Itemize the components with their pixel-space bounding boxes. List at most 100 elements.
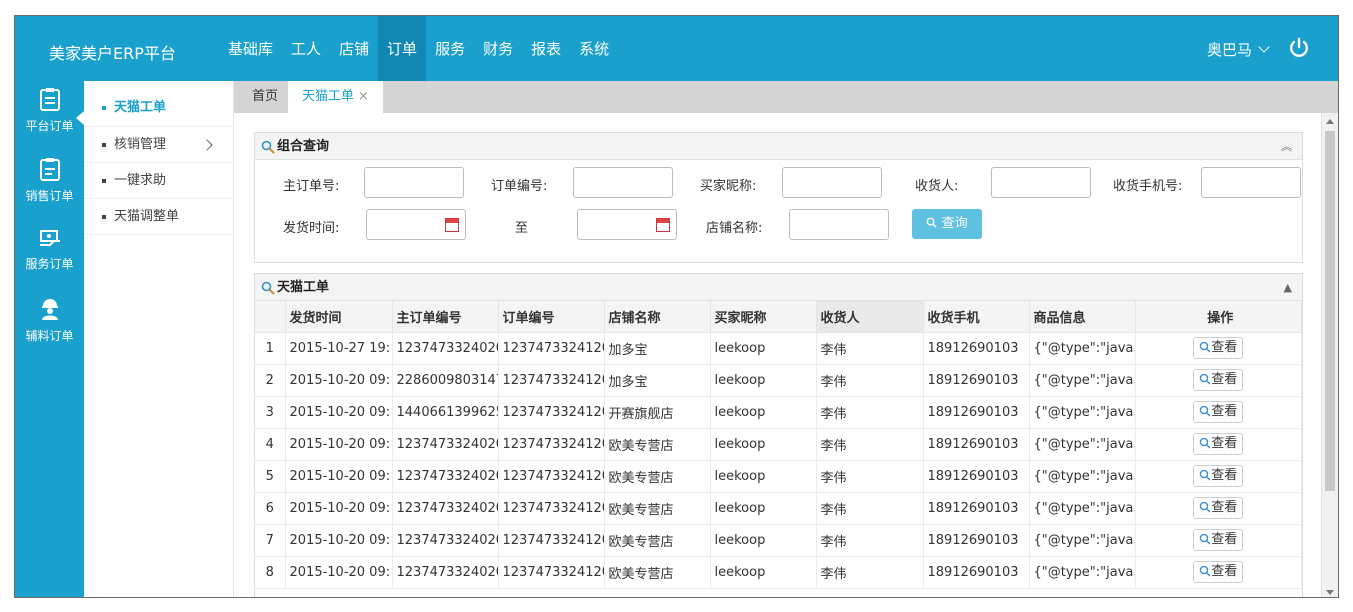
nav-item-workers[interactable]: 工人 <box>282 16 330 81</box>
label-receiver-phone: 收货手机号: <box>1113 179 1183 194</box>
row-number: 1 <box>255 332 286 365</box>
ship-time-start-input[interactable] <box>366 209 466 240</box>
collapse-triangle-icon[interactable]: ▲ <box>1284 274 1292 301</box>
table-cell: {"@type":"java. <box>1029 332 1136 365</box>
table-cell: 1440661399625 <box>392 396 499 429</box>
search-icon <box>1199 437 1211 448</box>
column-header[interactable]: 订单编号 <box>498 301 605 333</box>
view-button[interactable]: 查看 <box>1193 401 1244 423</box>
query-button[interactable]: 查询 <box>912 209 982 239</box>
view-button[interactable]: 查看 <box>1193 433 1244 455</box>
service-icon <box>39 230 60 246</box>
store-name-input[interactable] <box>789 209 889 240</box>
view-button[interactable]: 查看 <box>1193 529 1244 551</box>
scroll-up-arrow-icon[interactable] <box>1326 119 1334 124</box>
view-button[interactable]: 查看 <box>1193 369 1244 391</box>
table-cell: 18912690103 <box>923 332 1030 365</box>
calendar-icon[interactable] <box>656 218 670 232</box>
nav-item-system[interactable]: 系统 <box>570 16 618 81</box>
table-row[interactable]: 4 2015-10-20 09: 1237473324020 123747332412… <box>255 428 1302 461</box>
query-panel-header: 组合查询 ︽ <box>255 133 1302 160</box>
tab-home[interactable]: 首页 <box>238 81 293 113</box>
submenu-label: 天猫工单 <box>114 100 167 115</box>
side-item-sales-orders[interactable]: 销售订单 <box>15 157 84 204</box>
main-order-no-input[interactable] <box>364 167 464 198</box>
table-row[interactable]: 7 2015-10-20 09: 1237473324020 123747332412… <box>255 524 1302 557</box>
nav-item-stores[interactable]: 店铺 <box>330 16 378 81</box>
view-button[interactable]: 查看 <box>1193 561 1244 583</box>
ship-time-end-input[interactable] <box>577 209 677 240</box>
receiver-input[interactable] <box>991 167 1091 198</box>
table-cell: 李伟 <box>816 364 924 397</box>
scrollbar-thumb[interactable] <box>1325 131 1335 491</box>
content-scrollbar[interactable] <box>1321 113 1338 597</box>
row-number: 5 <box>255 460 286 493</box>
view-button-label: 查看 <box>1211 340 1238 355</box>
icon-sidebar: 平台订单 销售订单 服务订单 辅料订单 <box>15 81 84 597</box>
view-button-label: 查看 <box>1211 436 1238 451</box>
column-header[interactable]: 操作 <box>1135 301 1302 333</box>
column-header[interactable]: 店铺名称 <box>604 301 711 333</box>
receiver-phone-input[interactable] <box>1201 167 1301 198</box>
table-cell: 李伟 <box>816 492 924 525</box>
submenu-item-writeoff[interactable]: 核销管理 <box>84 127 233 163</box>
query-panel: 组合查询 ︽ 主订单号: 订单编号: 买家昵称: 收货人: 收货手机号: 发货时… <box>254 132 1303 263</box>
search-icon <box>261 281 275 295</box>
submenu-item-tmall-tickets[interactable]: 天猫工单 <box>84 81 233 127</box>
collapse-up-icon[interactable]: ︽ <box>1281 133 1292 160</box>
table-cell: 1237473324120 <box>498 396 605 429</box>
nav-item-orders[interactable]: 订单 <box>378 16 427 81</box>
table-cell: 1237473324020 <box>392 428 499 461</box>
scroll-down-arrow-icon[interactable] <box>1326 590 1334 595</box>
table-row[interactable]: 5 2015-10-20 09: 1237473324020 123747332412… <box>255 460 1302 493</box>
table-cell-actions: 查看 <box>1135 332 1302 365</box>
table-cell-actions: 查看 <box>1135 460 1302 493</box>
column-header[interactable]: 商品信息 <box>1029 301 1136 333</box>
bullet-icon <box>102 178 106 183</box>
table-row[interactable]: 6 2015-10-20 09: 1237473324020 123747332412… <box>255 492 1302 525</box>
buyer-nick-input[interactable] <box>782 167 882 198</box>
table-cell: leekoop <box>710 428 817 461</box>
table-cell: 18912690103 <box>923 428 1030 461</box>
row-number: 4 <box>255 428 286 461</box>
calendar-icon[interactable] <box>445 218 459 232</box>
column-header[interactable]: 发货时间 <box>285 301 393 333</box>
column-header[interactable]: 收货人 <box>816 301 924 333</box>
table-cell: 1237473324120 <box>498 332 605 365</box>
close-icon[interactable]: × <box>358 89 369 104</box>
view-button[interactable]: 查看 <box>1193 497 1244 519</box>
query-row-1: 主订单号: 订单编号: 买家昵称: 收货人: 收货手机号: <box>255 167 1302 199</box>
table-cell: 18912690103 <box>923 364 1030 397</box>
table-row[interactable]: 2 2015-10-20 09: 2286009803147 123747332412… <box>255 364 1302 397</box>
tab-tmall-tickets[interactable]: 天猫工单 × <box>288 81 383 113</box>
submenu-item-help[interactable]: 一键求助 <box>84 163 233 199</box>
table-cell: 1237473324120 <box>498 364 605 397</box>
nav-item-services[interactable]: 服务 <box>426 16 474 81</box>
column-header[interactable]: 收货手机 <box>923 301 1030 333</box>
side-item-service-orders[interactable]: 服务订单 <box>15 227 84 272</box>
column-header[interactable]: 主订单编号 <box>392 301 499 333</box>
order-no-input[interactable] <box>573 167 673 198</box>
user-name: 奥巴马 <box>1206 41 1252 59</box>
chevron-right-icon <box>201 139 213 151</box>
side-item-platform-orders[interactable]: 平台订单 <box>15 87 84 134</box>
nav-item-basics[interactable]: 基础库 <box>219 16 282 81</box>
table-cell: {"@type":"java. <box>1029 492 1136 525</box>
view-button[interactable]: 查看 <box>1193 337 1244 359</box>
side-item-material-orders[interactable]: 辅料订单 <box>15 297 84 344</box>
submenu-item-tmall-adjust[interactable]: 天猫调整单 <box>84 199 233 235</box>
row-number: 3 <box>255 396 286 429</box>
column-header[interactable]: 买家昵称 <box>710 301 817 333</box>
tab-bar: 首页 天猫工单 × <box>234 81 1338 113</box>
power-icon[interactable] <box>1288 37 1310 59</box>
table-row[interactable]: 8 2015-10-20 09: 1237473324020 123747332412… <box>255 556 1302 589</box>
view-button-label: 查看 <box>1211 404 1238 419</box>
view-button[interactable]: 查看 <box>1193 465 1244 487</box>
table-row[interactable]: 3 2015-10-20 09: 1440661399625 123747332412… <box>255 396 1302 429</box>
search-icon <box>1199 405 1211 416</box>
nav-item-reports[interactable]: 报表 <box>522 16 570 81</box>
nav-item-finance[interactable]: 财务 <box>474 16 522 81</box>
user-menu[interactable]: 奥巴马 <box>1206 39 1270 60</box>
table-cell: leekoop <box>710 524 817 557</box>
table-row[interactable]: 1 2015-10-27 19: 1237473324020 123747332412… <box>255 332 1302 365</box>
